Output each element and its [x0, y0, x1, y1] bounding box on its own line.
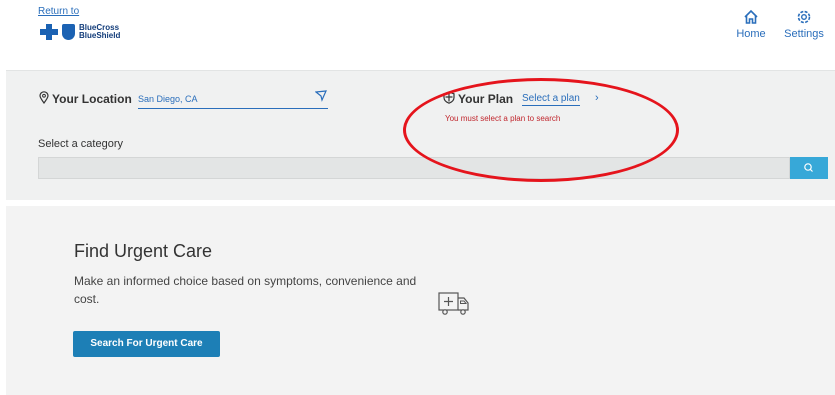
urgent-care-description: Make an informed choice based on symptom… — [74, 274, 417, 306]
return-link[interactable]: Return to — [38, 6, 79, 17]
urgent-care-title: Find Urgent Care — [74, 241, 213, 261]
header: Return to BlueCross BlueShield Home Sett… — [0, 0, 835, 70]
search-urgent-care-button[interactable]: Search For Urgent Care — [73, 331, 220, 357]
highlight-ellipse — [403, 78, 679, 182]
shield-logo-icon — [62, 24, 75, 40]
locate-me-icon[interactable] — [314, 89, 327, 107]
logo-text: BlueCross BlueShield — [79, 23, 121, 40]
urgent-care-card: Find Urgent Care Make an informed choice… — [6, 206, 835, 395]
category-input[interactable] — [38, 157, 790, 179]
bluecross-blueshield-logo[interactable]: BlueCross BlueShield — [40, 24, 120, 40]
category-label: Select a category — [38, 138, 123, 150]
category-search-button[interactable] — [790, 157, 828, 179]
nav-settings[interactable]: Settings — [784, 8, 824, 40]
location-input[interactable]: San Diego, CA — [138, 93, 328, 109]
gear-icon — [784, 8, 824, 28]
cross-icon — [40, 24, 58, 40]
location-label: Your Location — [52, 92, 132, 106]
nav-home-label: Home — [736, 28, 766, 40]
nav-home[interactable]: Home — [731, 8, 771, 40]
ambulance-icon — [438, 291, 470, 322]
search-icon — [804, 163, 813, 172]
nav-settings-label: Settings — [784, 28, 824, 40]
location-pin-icon — [39, 91, 49, 109]
home-icon — [731, 8, 771, 28]
